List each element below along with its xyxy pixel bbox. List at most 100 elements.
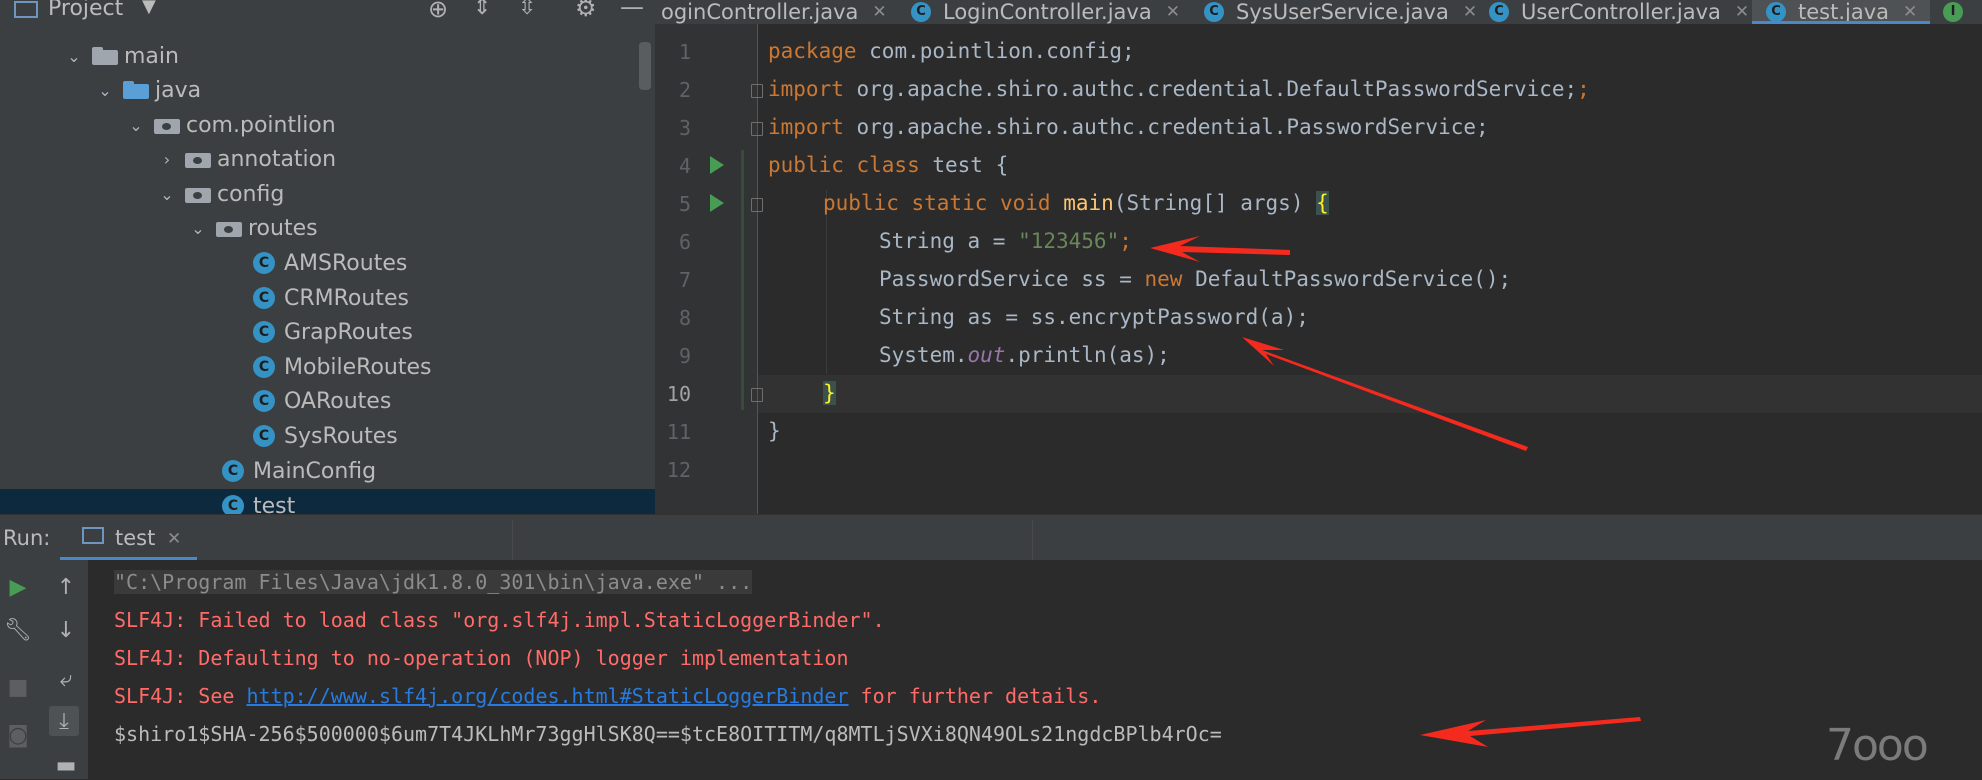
class-icon: C xyxy=(253,390,275,412)
tab-label: UserController.java xyxy=(1521,0,1721,24)
code-line-10[interactable]: } xyxy=(823,381,836,405)
class-icon: C xyxy=(1204,2,1224,22)
code-method: main xyxy=(1063,191,1114,215)
code-line-4[interactable]: public class test { xyxy=(768,153,1008,177)
code-text: (String[] args) xyxy=(1113,191,1317,215)
tree-item-mobileroutes[interactable]: C MobileRoutes xyxy=(253,350,432,384)
code-line-1[interactable]: package com.pointlion.config; xyxy=(768,39,1135,63)
camera-icon[interactable]: ◙ xyxy=(3,720,33,750)
close-icon[interactable]: ✕ xyxy=(1903,2,1917,22)
code-line-6[interactable]: String a = "123456"; xyxy=(879,229,1132,253)
code-text: String as = ss.encryptPassword(a); xyxy=(879,305,1309,329)
console-text: for further details. xyxy=(848,684,1102,708)
arrow-down-icon[interactable]: ↓ xyxy=(51,615,81,645)
package-icon xyxy=(216,219,242,237)
line-number: 1 xyxy=(678,40,691,64)
tree-item-graproutes[interactable]: C GrapRoutes xyxy=(253,315,413,349)
wrench-icon[interactable]: 🔧︎ xyxy=(3,615,33,645)
tree-item-label: MobileRoutes xyxy=(284,354,432,380)
scroll-to-end-icon[interactable]: ⤓ xyxy=(49,706,79,736)
chevron-right-icon[interactable]: › xyxy=(157,150,177,169)
tree-item-label: MainConfig xyxy=(253,458,377,484)
tab-label: SysUserService.java xyxy=(1236,0,1449,24)
line-number: 12 xyxy=(666,458,691,482)
folder-icon xyxy=(92,47,118,65)
tab-sysuserservice[interactable]: C SysUserService.java ✕ xyxy=(1204,0,1477,24)
code-line-7[interactable]: PasswordService ss = new DefaultPassword… xyxy=(879,267,1511,291)
code-line-3[interactable]: import org.apache.shiro.authc.credential… xyxy=(768,115,1489,139)
project-view-icon[interactable] xyxy=(14,1,38,18)
code-line-2[interactable]: import org.apache.shiro.authc.credential… xyxy=(768,77,1590,101)
tree-item-routes[interactable]: ⌄ routes xyxy=(188,211,317,245)
close-icon[interactable]: ✕ xyxy=(1166,2,1180,22)
class-icon: C xyxy=(911,2,931,22)
chevron-down-icon[interactable]: ⌄ xyxy=(64,47,84,66)
tree-item-sysroutes[interactable]: C SysRoutes xyxy=(253,419,398,453)
tree-item-com-pointlion[interactable]: ⌄ com.pointlion xyxy=(126,108,336,142)
rerun-icon[interactable]: ▶ xyxy=(3,572,33,602)
close-icon[interactable]: ✕ xyxy=(167,529,181,549)
chevron-down-icon[interactable]: ⌄ xyxy=(126,116,146,135)
run-tab-test[interactable]: test ✕ xyxy=(60,514,197,560)
tree-item-main[interactable]: ⌄ main xyxy=(64,39,179,73)
line-number-current: 10 xyxy=(666,382,691,406)
run-gutter-icon[interactable] xyxy=(710,194,724,212)
matched-brace: { xyxy=(1316,191,1329,215)
code-text: .println(as); xyxy=(1005,343,1170,367)
code-line-8[interactable]: String as = ss.encryptPassword(a); xyxy=(879,305,1309,329)
fold-icon[interactable] xyxy=(751,388,763,402)
code-keyword: public class xyxy=(768,153,920,177)
chevron-down-icon[interactable]: ⌄ xyxy=(95,81,115,100)
tree-item-annotation[interactable]: › annotation xyxy=(157,142,336,176)
locate-icon[interactable]: ⊕ xyxy=(428,0,448,23)
minimize-icon[interactable]: — xyxy=(620,0,644,21)
collapse-all-icon[interactable]: ⇳ xyxy=(518,0,536,20)
divider xyxy=(1032,520,1033,560)
tab-usercontroller[interactable]: C UserController.java ✕ xyxy=(1489,0,1749,24)
code-line-5[interactable]: public static void main(String[] args) { xyxy=(823,191,1329,215)
gear-icon[interactable]: ⚙ xyxy=(575,0,597,22)
fold-icon[interactable] xyxy=(751,122,763,136)
code-keyword: new xyxy=(1144,267,1183,291)
tree-item-label: com.pointlion xyxy=(186,112,336,138)
tab-label: oginController.java xyxy=(661,0,859,24)
project-panel-title[interactable]: Project xyxy=(48,0,123,21)
close-icon[interactable]: ✕ xyxy=(1463,2,1477,22)
tree-item-label: main xyxy=(124,43,179,69)
close-icon[interactable]: ✕ xyxy=(1735,2,1749,22)
fold-icon[interactable] xyxy=(751,84,763,98)
stop-icon[interactable]: ■ xyxy=(3,672,33,702)
run-gutter-icon[interactable] xyxy=(710,156,724,174)
chevron-down-icon[interactable]: ⌄ xyxy=(157,185,177,204)
tree-item-mainconfig[interactable]: C MainConfig xyxy=(222,454,376,488)
code-line-9[interactable]: System.out.println(as); xyxy=(879,343,1170,367)
chevron-down-icon[interactable]: ▼ xyxy=(142,0,156,17)
source-folder-icon xyxy=(123,81,149,99)
soft-wrap-icon[interactable]: ⤶ xyxy=(51,664,81,694)
console-link[interactable]: http://www.slf4j.org/codes.html#StaticLo… xyxy=(246,684,848,708)
line-number: 9 xyxy=(678,344,691,368)
interface-icon: I xyxy=(1943,2,1963,22)
tab-overflow[interactable]: I xyxy=(1943,0,1975,24)
project-scrollbar[interactable] xyxy=(639,42,651,90)
close-icon[interactable]: ✕ xyxy=(872,2,886,22)
tree-item-java[interactable]: ⌄ java xyxy=(95,73,201,107)
fold-icon[interactable] xyxy=(751,198,763,212)
tab-logincontroller-2[interactable]: C LoginController.java ✕ xyxy=(911,0,1180,24)
tab-logincontroller-1[interactable]: oginController.java ✕ xyxy=(661,0,887,24)
arrow-up-icon[interactable]: ↑ xyxy=(51,572,81,602)
print-icon[interactable]: ▬ xyxy=(51,750,81,780)
console-error-line: SLF4J: Defaulting to no-operation (NOP) … xyxy=(114,646,849,670)
code-line-11[interactable]: } xyxy=(768,419,781,443)
tree-item-label: SysRoutes xyxy=(284,423,398,449)
expand-all-icon[interactable]: ⇕ xyxy=(473,0,491,20)
tree-item-config[interactable]: ⌄ config xyxy=(157,177,284,211)
line-number: 5 xyxy=(678,192,691,216)
console-icon xyxy=(82,527,104,544)
class-icon: C xyxy=(253,287,275,309)
chevron-down-icon[interactable]: ⌄ xyxy=(188,219,208,238)
tree-item-oaroutes[interactable]: C OARoutes xyxy=(253,384,391,418)
class-icon: C xyxy=(253,252,275,274)
tree-item-amsroutes[interactable]: C AMSRoutes xyxy=(253,246,407,280)
tree-item-crmroutes[interactable]: C CRMRoutes xyxy=(253,281,409,315)
